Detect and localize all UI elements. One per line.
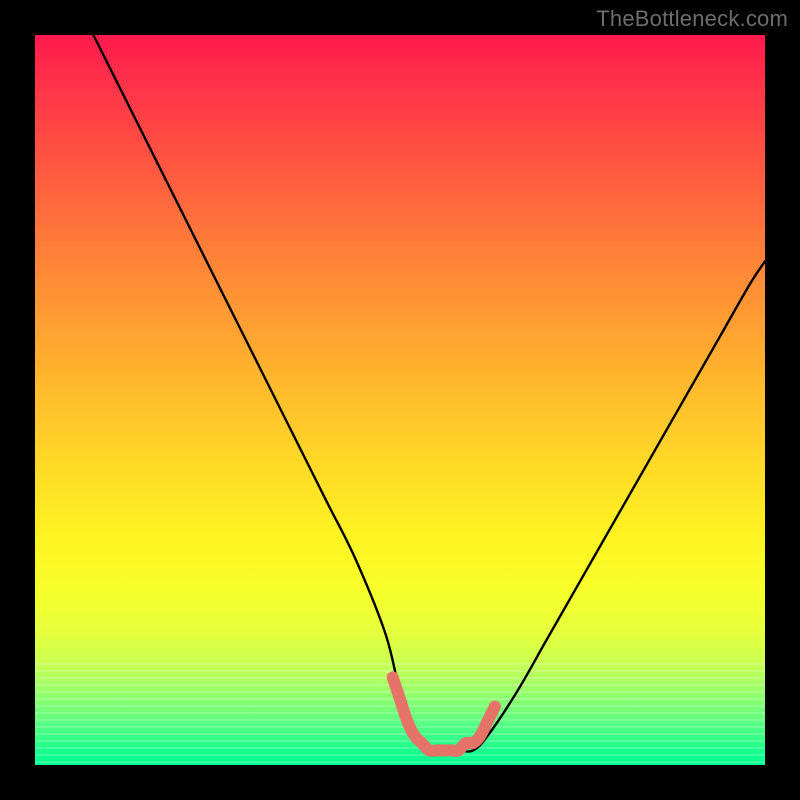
bottleneck-curve-line bbox=[93, 35, 765, 752]
chart-frame: TheBottleneck.com bbox=[0, 0, 800, 800]
watermark-text: TheBottleneck.com bbox=[596, 6, 788, 32]
chart-svg bbox=[35, 35, 765, 765]
optimal-range-highlight-line bbox=[393, 677, 495, 751]
chart-plot-area bbox=[35, 35, 765, 765]
gradient-band-overlay bbox=[35, 663, 765, 765]
